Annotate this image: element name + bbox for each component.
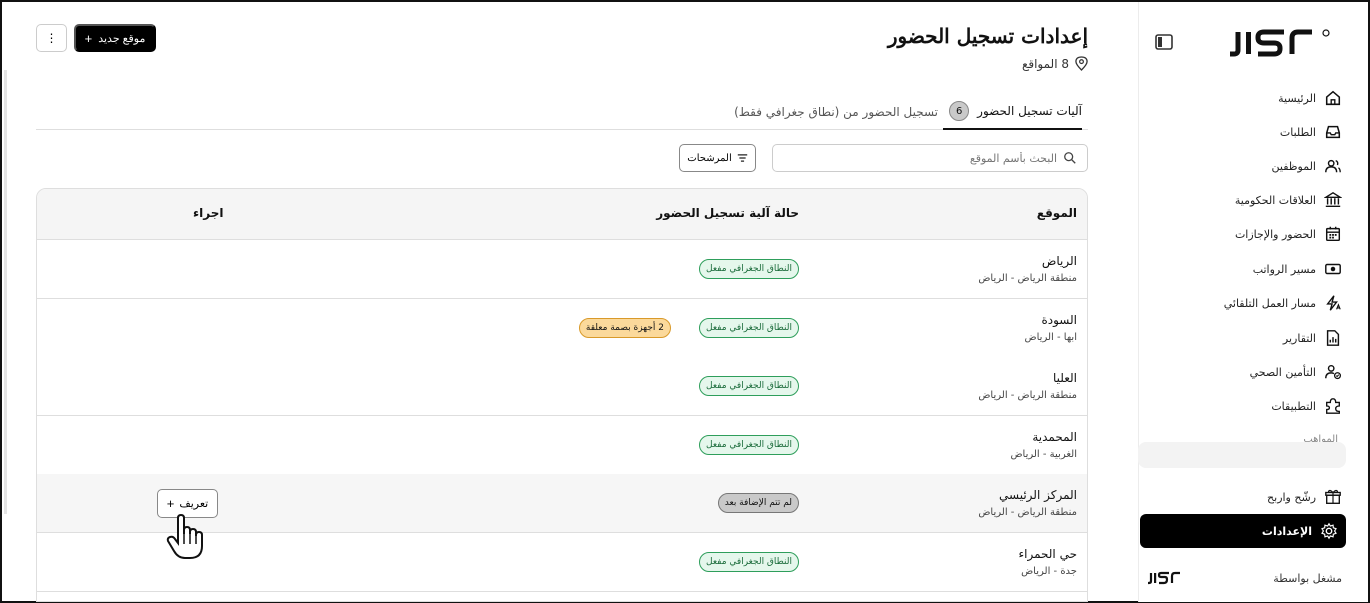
filter-icon xyxy=(737,154,747,162)
tab-label: آليات تسجيل الحضور xyxy=(977,104,1082,118)
location-name: العليا xyxy=(1052,371,1077,385)
new-location-label: موقع جديد xyxy=(98,32,146,45)
tabs-bar: آليات تسجيل الحضور 6 تسجيل الحضور من (نط… xyxy=(36,94,1088,130)
plus-icon: + xyxy=(166,496,175,511)
home-icon xyxy=(1325,90,1341,106)
sidebar-item-label: الحضور والإجازات xyxy=(1234,227,1316,241)
filters-label: المرشحات xyxy=(687,152,732,164)
sidebar-item-gov-relations[interactable]: العلاقات الحكومية xyxy=(1235,185,1342,215)
sidebar-item-label: الطلبات xyxy=(1279,125,1316,139)
sidebar: الرئيسية الطلبات الموظفين العلاقات الحكو… xyxy=(1138,2,1368,602)
bank-icon xyxy=(1324,192,1342,208)
sidebar-item-reports[interactable]: التقارير xyxy=(1283,323,1342,353)
sidebar-scroll-fade xyxy=(1138,442,1346,468)
more-options-button[interactable]: ⋮ xyxy=(36,24,67,52)
left-scroll-strip xyxy=(4,70,7,514)
sidebar-item-automation[interactable]: مسار العمل التلقائي xyxy=(1224,288,1342,318)
more-vertical-icon: ⋮ xyxy=(45,31,58,45)
sidebar-item-home[interactable]: الرئيسية xyxy=(1278,83,1342,113)
table-header: الموقع حالة آلية تسجيل الحضور اجراء xyxy=(37,189,1087,240)
sidebar-item-label: مسير الرواتب xyxy=(1252,262,1316,276)
table-row[interactable]: السودة ابها - الرياض النطاق الجغرافي مفع… xyxy=(37,299,1087,358)
sidebar-item-attendance[interactable]: الحضور والإجازات xyxy=(1235,219,1342,249)
sidebar-item-label: التطبيقات xyxy=(1271,399,1316,413)
location-region: منطقة الرياض - الرياض xyxy=(978,273,1077,284)
main-content: إعدادات تسجيل الحضور 8 المواقع ⋮ موقع جد… xyxy=(36,2,1088,602)
inbox-icon xyxy=(1325,125,1341,139)
tab-label: تسجيل الحضور من (نطاق جغرافي فقط) xyxy=(734,105,938,119)
location-pin-icon xyxy=(1075,56,1088,71)
health-insurance-icon xyxy=(1325,364,1342,380)
table-row[interactable]: المحمدية الغربية - الرياض النطاق الجغراف… xyxy=(37,416,1087,475)
jisr-small-logo xyxy=(1148,571,1180,585)
sidebar-item-settings[interactable]: الإعدادات xyxy=(1140,514,1346,548)
sidebar-item-label: الموظفين xyxy=(1271,159,1316,173)
tab-geofence-only[interactable]: تسجيل الحضور من (نطاق جغرافي فقط) xyxy=(734,94,938,130)
new-location-button[interactable]: موقع جديد + xyxy=(74,24,156,52)
sidebar-item-label: رشّح واربح xyxy=(1267,490,1316,504)
column-header-location: الموقع xyxy=(1036,206,1077,220)
sidebar-item-health-insurance[interactable]: التأمين الصحي xyxy=(1250,357,1342,387)
users-icon xyxy=(1325,159,1341,173)
puzzle-icon xyxy=(1326,398,1340,414)
gear-icon xyxy=(1321,522,1337,540)
status-badge: النطاق الجغرافي مفعل xyxy=(699,259,799,279)
status-badge: النطاق الجغرافي مفعل xyxy=(699,552,799,572)
status-badge: النطاق الجغرافي مفعل xyxy=(699,318,799,338)
location-region: جدة - الرياض xyxy=(1021,566,1077,577)
status-badge: النطاق الجغرافي مفعل xyxy=(699,435,799,455)
sidebar-item-label: مسار العمل التلقائي xyxy=(1223,296,1316,310)
tab-count-badge: 6 xyxy=(949,101,970,121)
pending-devices-badge[interactable]: 2 أجهزة بصمة معلقة xyxy=(578,318,671,338)
status-badge: لم تتم الإضافة بعد xyxy=(717,493,799,513)
table-row[interactable]: الرياض منطقة الرياض - الرياض النطاق الجغ… xyxy=(37,240,1087,299)
location-region: ابها - الرياض xyxy=(1024,332,1077,343)
automation-icon xyxy=(1326,295,1341,311)
location-region: منطقة الرياض - الرياض xyxy=(978,390,1077,401)
sidebar-item-apps[interactable]: التطبيقات xyxy=(1271,391,1342,421)
location-region: الغربية - الرياض xyxy=(1010,449,1077,460)
location-region: منطقة الرياض - الرياض xyxy=(978,507,1077,518)
tab-attendance-mechanisms[interactable]: آليات تسجيل الحضور 6 xyxy=(943,94,1082,130)
define-label: تعريف xyxy=(179,498,209,510)
search-box[interactable] xyxy=(772,144,1088,172)
column-header-status: حالة آلية تسجيل الحضور xyxy=(656,206,799,220)
status-badge: النطاق الجغرافي مفعل xyxy=(699,376,799,396)
sidebar-collapse-icon[interactable] xyxy=(1155,34,1173,50)
sidebar-item-refer[interactable]: رشّح واربح xyxy=(1267,482,1342,512)
sidebar-item-label: التقارير xyxy=(1282,331,1316,345)
filters-button[interactable]: المرشحات xyxy=(679,144,756,172)
sidebar-item-label: الرئيسية xyxy=(1278,91,1316,105)
calendar-icon xyxy=(1325,226,1341,242)
sidebar-item-payroll[interactable]: مسير الرواتب xyxy=(1253,254,1342,284)
report-icon xyxy=(1326,330,1340,346)
location-name: السودة xyxy=(1041,313,1077,327)
column-header-action: اجراء xyxy=(193,206,224,220)
plus-icon: + xyxy=(84,30,93,46)
table-row[interactable]: العليا منطقة الرياض - الرياض النطاق الجغ… xyxy=(37,357,1087,416)
search-icon xyxy=(1064,152,1076,164)
jisr-logo[interactable] xyxy=(1228,24,1338,60)
locations-count-label: 8 المواقع xyxy=(1021,56,1069,71)
location-name: حي الحمراء xyxy=(1018,547,1077,561)
sidebar-item-requests[interactable]: الطلبات xyxy=(1280,117,1342,147)
sidebar-item-employees[interactable]: الموظفين xyxy=(1272,151,1342,181)
money-icon xyxy=(1325,263,1341,275)
search-input[interactable] xyxy=(787,151,1057,165)
sidebar-item-label: الإعدادات xyxy=(1261,524,1312,538)
location-name: الرياض xyxy=(1041,254,1077,268)
sidebar-item-label: التأمين الصحي xyxy=(1249,365,1316,379)
hand-pointer-cursor-icon xyxy=(166,514,203,559)
operated-by-label: مشغل بواسطة xyxy=(1273,572,1342,585)
page-title: إعدادات تسجيل الحضور xyxy=(887,24,1088,48)
location-name: المحمدية xyxy=(1032,430,1077,444)
locations-count: 8 المواقع xyxy=(1022,56,1088,71)
location-name: المركز الرئيسي xyxy=(999,488,1077,502)
gift-icon xyxy=(1325,489,1341,504)
sidebar-item-label: العلاقات الحكومية xyxy=(1234,193,1316,207)
